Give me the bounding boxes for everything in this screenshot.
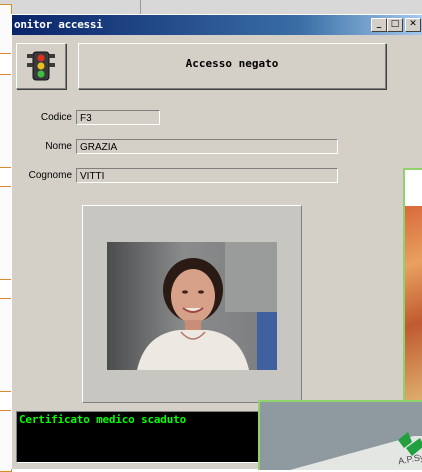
codice-field[interactable]: F3	[76, 110, 160, 125]
cognome-field[interactable]: VITTI	[76, 168, 338, 183]
access-status-message: Accesso negato	[185, 57, 279, 70]
traffic-light-icon	[27, 51, 55, 81]
photo-panel	[82, 205, 302, 403]
title-bar[interactable]: onitor accessi _ □ ✕	[12, 15, 422, 35]
maximize-button[interactable]: □	[387, 18, 403, 32]
background-window-strip	[0, 0, 422, 15]
cognome-label: Cognome	[28, 170, 72, 181]
certificate-status-box: Certificato medico scaduto	[16, 411, 262, 463]
card-image: A.P.Sy	[258, 400, 422, 470]
nome-label: Nome	[45, 141, 72, 152]
person-photo	[107, 242, 277, 370]
access-status-panel: Accesso negato	[78, 43, 386, 89]
side-image-content	[405, 206, 422, 402]
traffic-light-button[interactable]	[16, 43, 66, 89]
background-strip-cell	[140, 0, 422, 14]
certificate-status-message: Certificato medico scaduto	[19, 413, 186, 426]
nome-field[interactable]: GRAZIA	[76, 139, 338, 154]
close-button[interactable]: ✕	[405, 18, 421, 32]
codice-label: Codice	[40, 112, 72, 123]
minimize-button[interactable]: _	[371, 18, 387, 32]
side-image	[403, 168, 422, 404]
background-strip-cell	[0, 0, 141, 14]
window-title: onitor accessi	[14, 18, 103, 31]
